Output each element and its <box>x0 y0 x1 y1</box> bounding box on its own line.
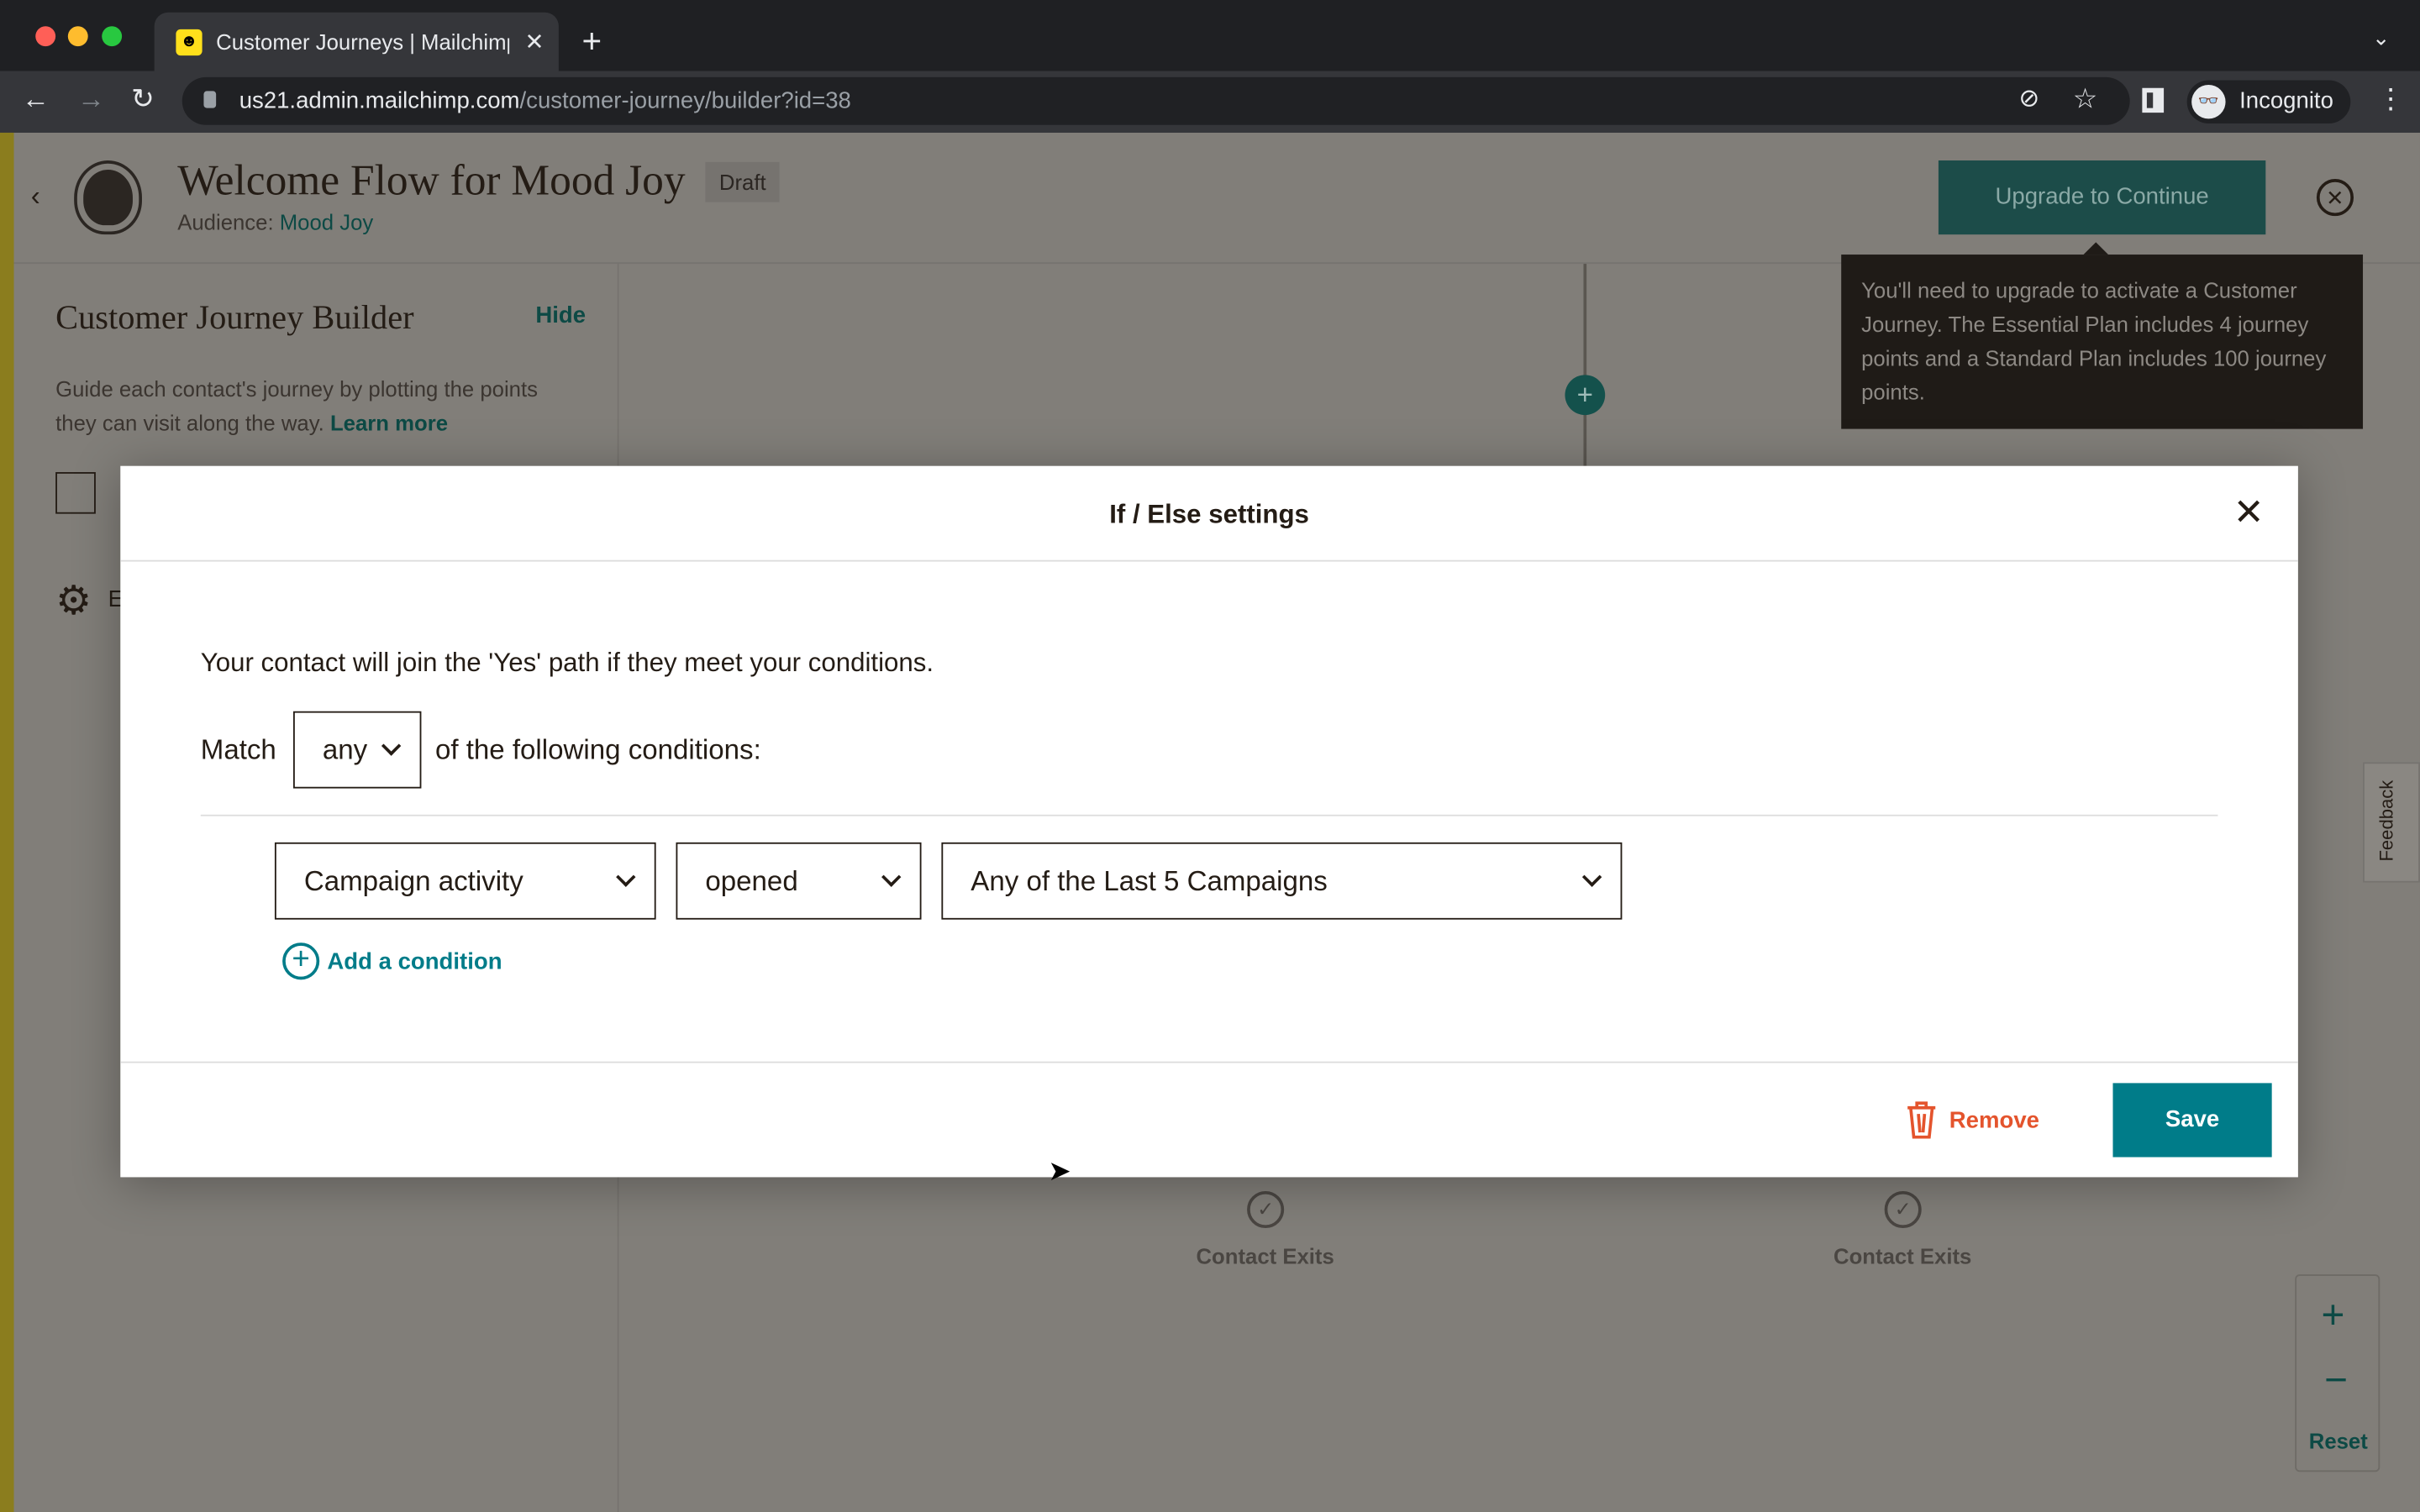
incognito-profile-button[interactable]: 👓 Incognito <box>2186 80 2351 123</box>
match-select[interactable]: any <box>292 711 422 789</box>
browser-tab[interactable]: ☻ Customer Journeys | Mailchimp ✕ <box>154 12 559 71</box>
chevron-down-icon <box>381 736 402 756</box>
minimize-window-button[interactable] <box>67 26 88 47</box>
tab-list-chevron-icon[interactable]: ⌄ <box>2372 24 2391 50</box>
trash-icon <box>1907 1101 1936 1139</box>
if-else-settings-modal: If / Else settings ✕ Your contact will j… <box>120 465 2298 1178</box>
status-badge: Draft <box>705 161 781 202</box>
mailchimp-logo-icon[interactable] <box>74 160 142 235</box>
tab-title: Customer Journeys | Mailchimp <box>216 29 510 55</box>
check-circle-icon: ✓ <box>1247 1190 1285 1229</box>
add-condition-label: Add a condition <box>327 948 502 974</box>
zoom-out-icon[interactable]: − <box>2324 1356 2348 1404</box>
side-panel-icon[interactable] <box>2142 87 2165 113</box>
feedback-tab[interactable]: Feedback <box>2363 762 2420 883</box>
gear-icon[interactable]: ⚙ <box>55 577 92 625</box>
lock-icon <box>203 91 217 108</box>
condition-value-select[interactable]: Any of the Last 5 Campaigns <box>941 842 1623 920</box>
sidebar-title: Customer Journey Builder <box>55 297 414 337</box>
sidebar-description: Guide each contact's journey by plotting… <box>55 376 538 435</box>
audience-line: Audience: Mood Joy <box>177 209 374 235</box>
incognito-icon: 👓 <box>2191 85 2226 119</box>
star-icon[interactable]: ☆ <box>2073 83 2098 116</box>
remove-label: Remove <box>1949 1106 2039 1134</box>
new-tab-icon[interactable]: + <box>581 22 602 62</box>
modal-intro: Your contact will join the 'Yes' path if… <box>200 648 934 678</box>
contact-exits-label: Contact Exits <box>1196 1243 1334 1268</box>
condition-field-value: Campaign activity <box>303 864 523 896</box>
sidebar-checkbox[interactable] <box>55 472 96 514</box>
close-window-button[interactable] <box>35 26 56 47</box>
close-icon[interactable]: ✕ <box>2233 491 2265 535</box>
check-circle-icon: ✓ <box>1884 1190 1922 1229</box>
zoom-in-icon[interactable]: + <box>2321 1291 2344 1339</box>
zoom-reset-button[interactable]: Reset <box>2309 1429 2368 1453</box>
plus-circle-icon: + <box>282 942 320 980</box>
forward-icon[interactable]: → <box>77 83 105 116</box>
add-condition-button[interactable]: + Add a condition <box>282 942 502 980</box>
reload-icon[interactable]: ↻ <box>131 83 155 116</box>
maximize-window-button[interactable] <box>102 26 123 47</box>
chevron-down-icon <box>881 867 902 887</box>
upgrade-button[interactable]: Upgrade to Continue <box>1938 160 2266 235</box>
mailchimp-favicon-icon: ☻ <box>176 28 203 55</box>
audience-link[interactable]: Mood Joy <box>280 210 373 234</box>
chevron-down-icon <box>1581 867 1602 887</box>
contact-exits-label: Contact Exits <box>1833 1243 1972 1268</box>
browser-menu-icon[interactable]: ⋮ <box>2377 83 2405 116</box>
url-text[interactable]: us21.admin.mailchimp.com/customer-journe… <box>239 88 851 114</box>
modal-title: If / Else settings <box>1109 500 1309 529</box>
journey-connector <box>1583 264 1587 466</box>
learn-more-link[interactable]: Learn more <box>330 411 448 435</box>
condition-operator-select[interactable]: opened <box>676 842 922 920</box>
close-builder-icon[interactable]: ✕ <box>2316 179 2354 217</box>
match-suffix: of the following conditions: <box>434 734 761 766</box>
chevron-down-icon <box>616 867 636 887</box>
back-icon[interactable]: ← <box>22 83 50 116</box>
back-chevron-icon[interactable]: ‹ <box>31 181 40 213</box>
page-title: Welcome Flow for Mood Joy <box>177 157 686 206</box>
tab-close-icon[interactable]: ✕ <box>524 28 544 55</box>
match-value: any <box>322 733 368 765</box>
upgrade-tooltip: You'll need to upgrade to activate a Cus… <box>1841 242 2364 429</box>
profile-label: Incognito <box>2239 87 2333 114</box>
eye-off-icon[interactable]: ⊘ <box>2018 83 2039 114</box>
condition-field-select[interactable]: Campaign activity <box>274 842 656 920</box>
hide-link[interactable]: Hide <box>535 302 586 328</box>
save-button[interactable]: Save <box>2112 1083 2272 1158</box>
condition-operator-value: opened <box>705 864 798 896</box>
zoom-controls: + − Reset <box>2295 1274 2381 1473</box>
match-label: Match <box>200 734 276 766</box>
add-step-icon[interactable]: + <box>1565 375 1606 416</box>
mouse-cursor-icon: ➤ <box>1048 1155 1071 1187</box>
divider <box>200 814 2218 816</box>
feedback-label: Feedback <box>2375 780 2398 862</box>
accent-strip <box>0 132 14 1512</box>
condition-value-value: Any of the Last 5 Campaigns <box>971 864 1328 896</box>
remove-button[interactable]: Remove <box>1903 1100 2039 1141</box>
